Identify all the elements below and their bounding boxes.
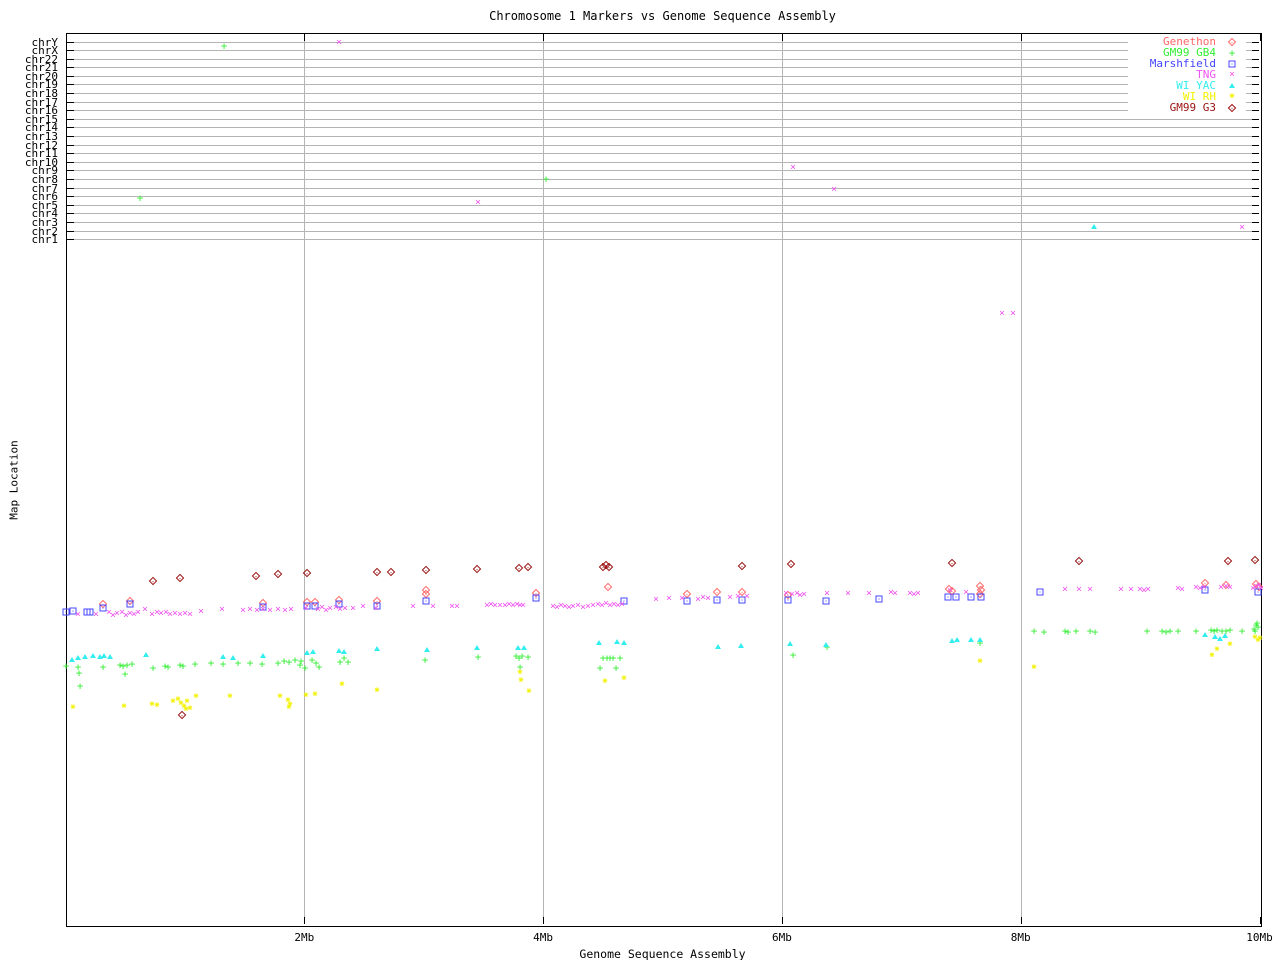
- legend-label: GM99 G3: [1169, 101, 1216, 114]
- y-axis-label: Map Location: [7, 440, 21, 520]
- chromosome-row-label: chr1: [31, 233, 59, 247]
- x-tick-label: 10Mb: [1246, 931, 1273, 944]
- plot-border: [65, 33, 1262, 927]
- legend-marker-open-square-dot: [1216, 58, 1244, 69]
- legend-row: Marshfield: [1130, 58, 1244, 69]
- plot-canvas: Chromosome 1 Markers vs Genome Sequence …: [0, 0, 1280, 960]
- x-tick-label: 2Mb: [294, 931, 315, 944]
- chart-title: Chromosome 1 Markers vs Genome Sequence …: [489, 9, 836, 23]
- legend-row: GM99 G3: [1130, 102, 1244, 113]
- x-tick-label: 6Mb: [771, 931, 792, 944]
- legend-marker-cross: ×: [1228, 68, 1236, 80]
- legend-marker-triangle: [1216, 80, 1244, 91]
- legend-marker-star: + ×: [1229, 91, 1235, 101]
- x-axis-label: Genome Sequence Assembly: [579, 947, 746, 960]
- legend-marker-open-diamond-dot: [1216, 102, 1244, 113]
- x-tick-label: 4Mb: [533, 931, 554, 944]
- legend: Genethon GM99 GB4 + Marshfield TNG × WI YAC WI …: [1128, 36, 1246, 113]
- legend-marker-plus: +: [1228, 46, 1236, 59]
- x-tick-label: 8Mb: [1010, 931, 1031, 944]
